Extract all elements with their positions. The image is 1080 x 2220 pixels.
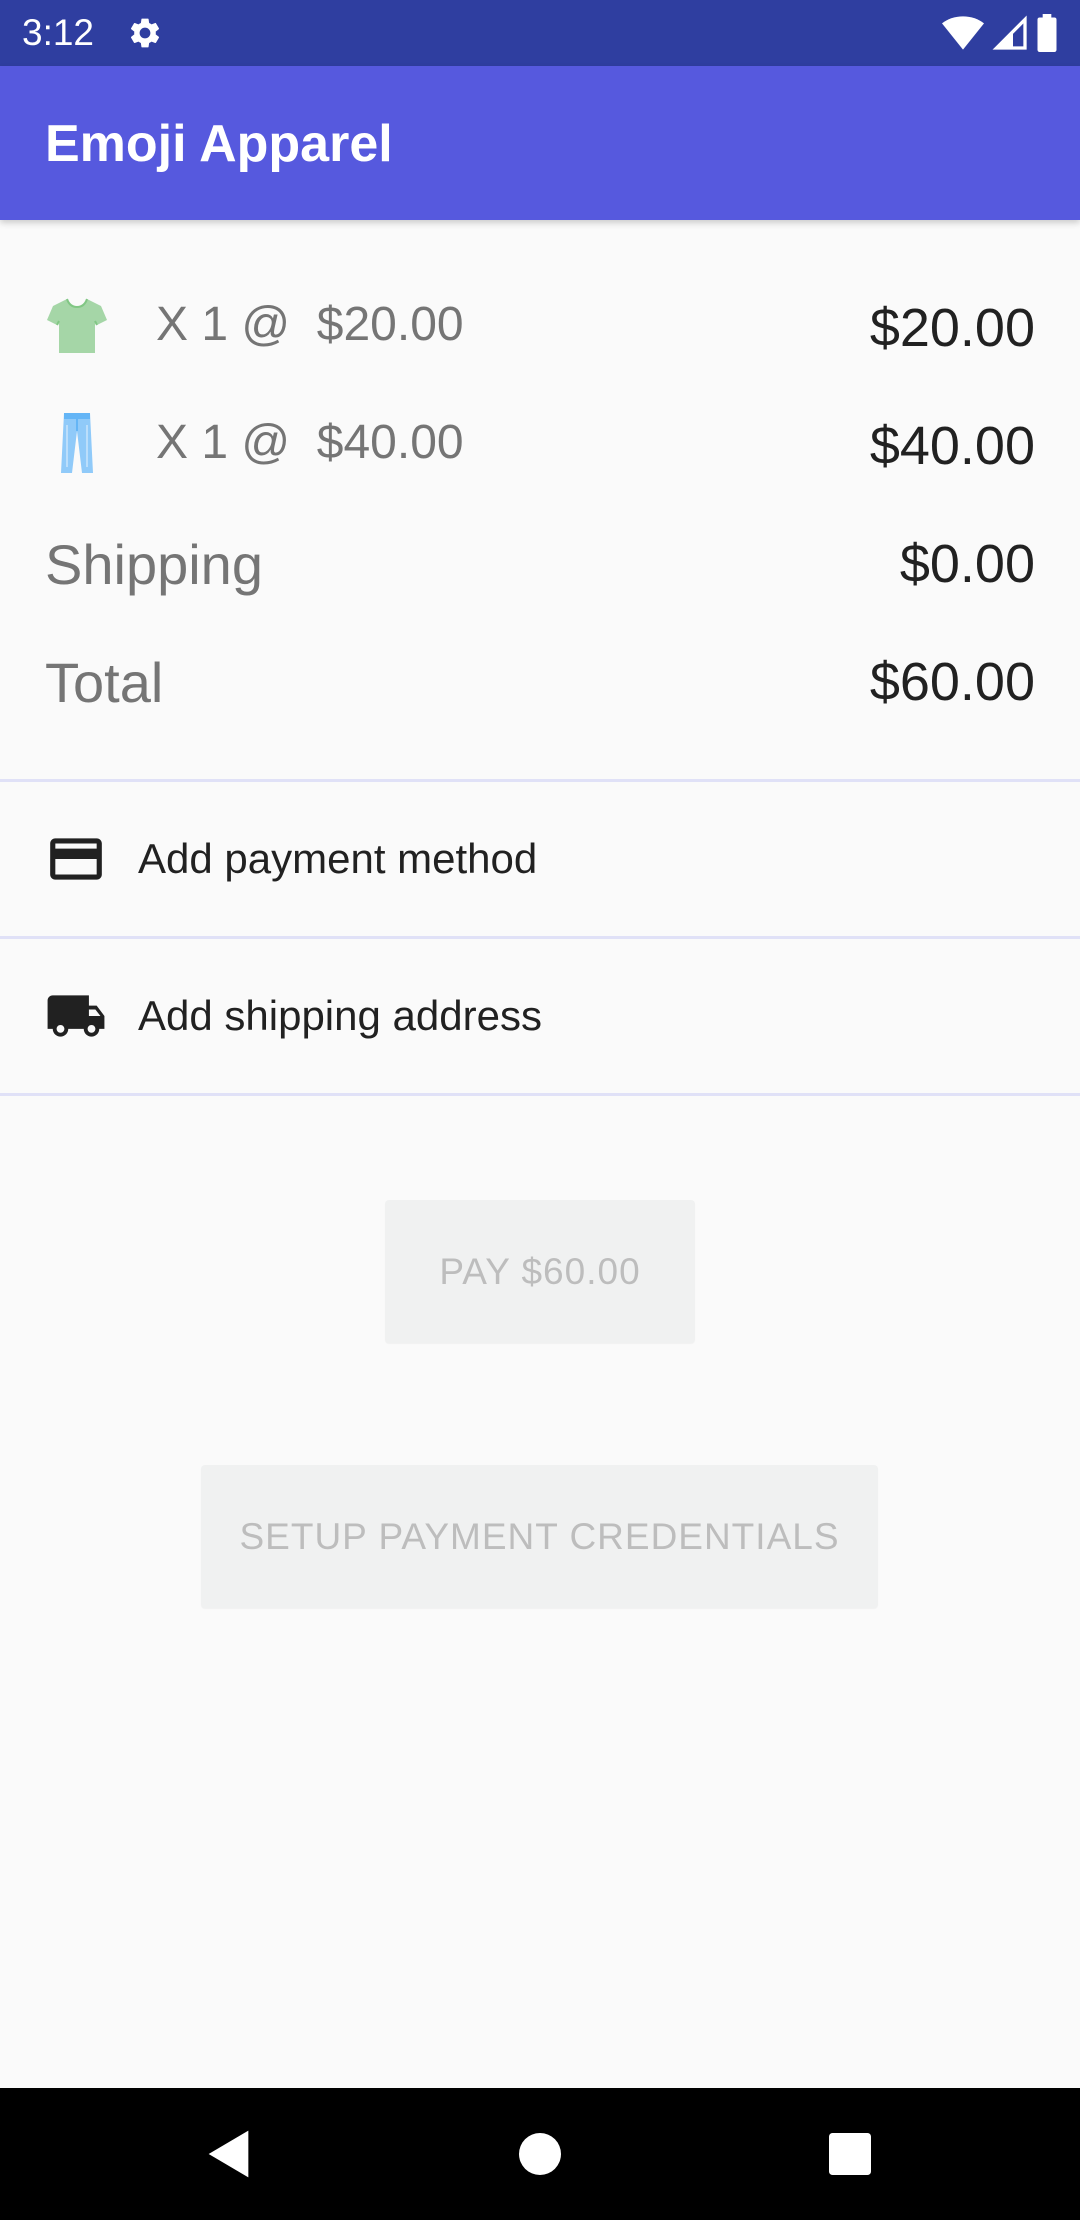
gear-icon	[130, 18, 160, 48]
recents-icon[interactable]	[822, 2126, 878, 2182]
item-quantity-text: X 1 @ $20.00	[156, 298, 464, 351]
cell-signal-icon	[992, 15, 1027, 50]
total-amount: $60.00	[869, 652, 1035, 712]
add-shipping-address-row[interactable]: Add shipping address	[0, 939, 1080, 1093]
add-shipping-address-label: Add shipping address	[138, 992, 542, 1039]
app-bar: Emoji Apparel	[0, 66, 1080, 220]
order-item-tshirt: X 1 @ $20.00 $20.00	[0, 275, 1080, 375]
shipping-row: Shipping $0.00	[0, 511, 1080, 611]
credit-card-icon	[50, 838, 102, 880]
jeans-emoji-icon	[61, 413, 93, 473]
status-bar: 3:12	[0, 0, 1080, 66]
shipping-amount: $0.00	[899, 534, 1035, 594]
add-payment-method-label: Add payment method	[138, 835, 538, 882]
screen: 3:12 Emoji Apparel X 1 @ $20.00 $20.00 X…	[0, 0, 1080, 2220]
divider	[0, 1093, 1080, 1096]
shipping-label: Shipping	[45, 533, 263, 596]
battery-icon	[1037, 14, 1057, 52]
app-title: Emoji Apparel	[45, 115, 393, 173]
item-line-total: $40.00	[869, 416, 1035, 476]
status-icons	[942, 14, 1058, 52]
pay-button[interactable]: PAY $60.00	[385, 1200, 695, 1343]
back-icon[interactable]	[204, 2126, 260, 2182]
truck-icon	[47, 995, 105, 1037]
status-time: 3:12	[22, 12, 95, 53]
total-row: Total $60.00	[0, 629, 1080, 729]
home-icon[interactable]	[512, 2126, 568, 2182]
tshirt-emoji-icon	[47, 298, 107, 353]
wifi-icon	[942, 16, 984, 50]
item-quantity-text: X 1 @ $40.00	[156, 416, 464, 469]
item-line-total: $20.00	[869, 298, 1035, 358]
add-payment-method-row[interactable]: Add payment method	[0, 782, 1080, 936]
navigation-bar	[0, 2088, 1080, 2220]
order-item-jeans: X 1 @ $40.00 $40.00	[0, 393, 1080, 493]
total-label: Total	[45, 651, 164, 714]
setup-payment-credentials-button[interactable]: SETUP PAYMENT CREDENTIALS	[201, 1465, 878, 1608]
